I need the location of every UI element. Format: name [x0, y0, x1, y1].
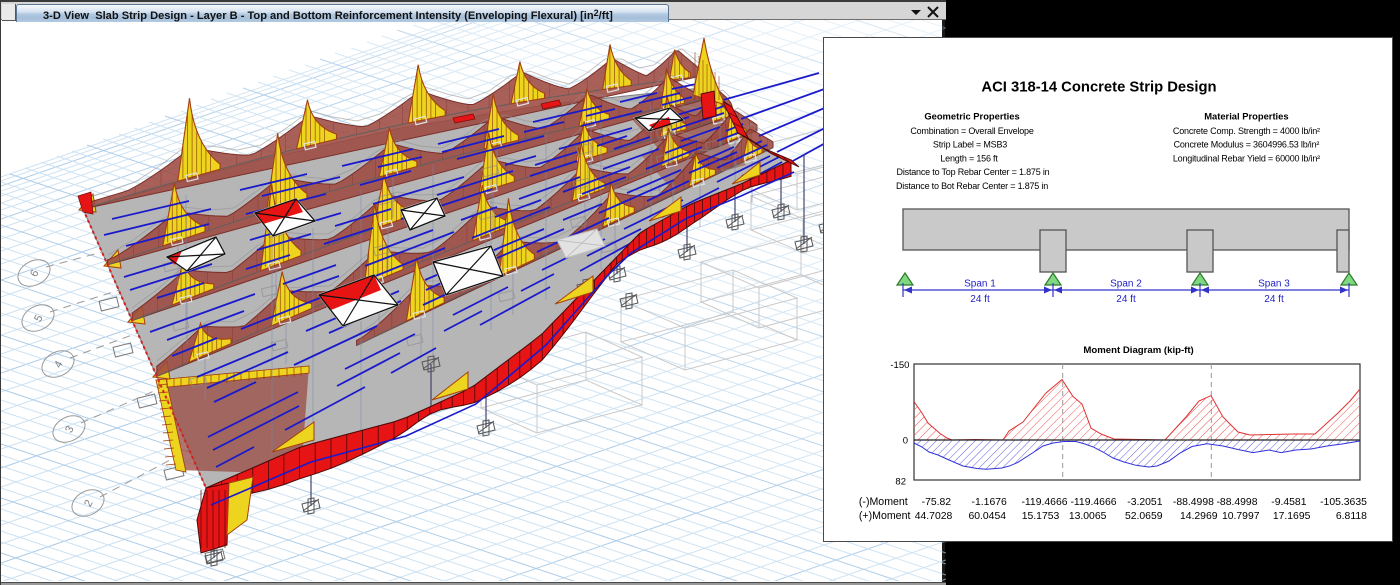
svg-text:2: 2	[82, 498, 95, 509]
svg-text:4: 4	[52, 359, 65, 370]
